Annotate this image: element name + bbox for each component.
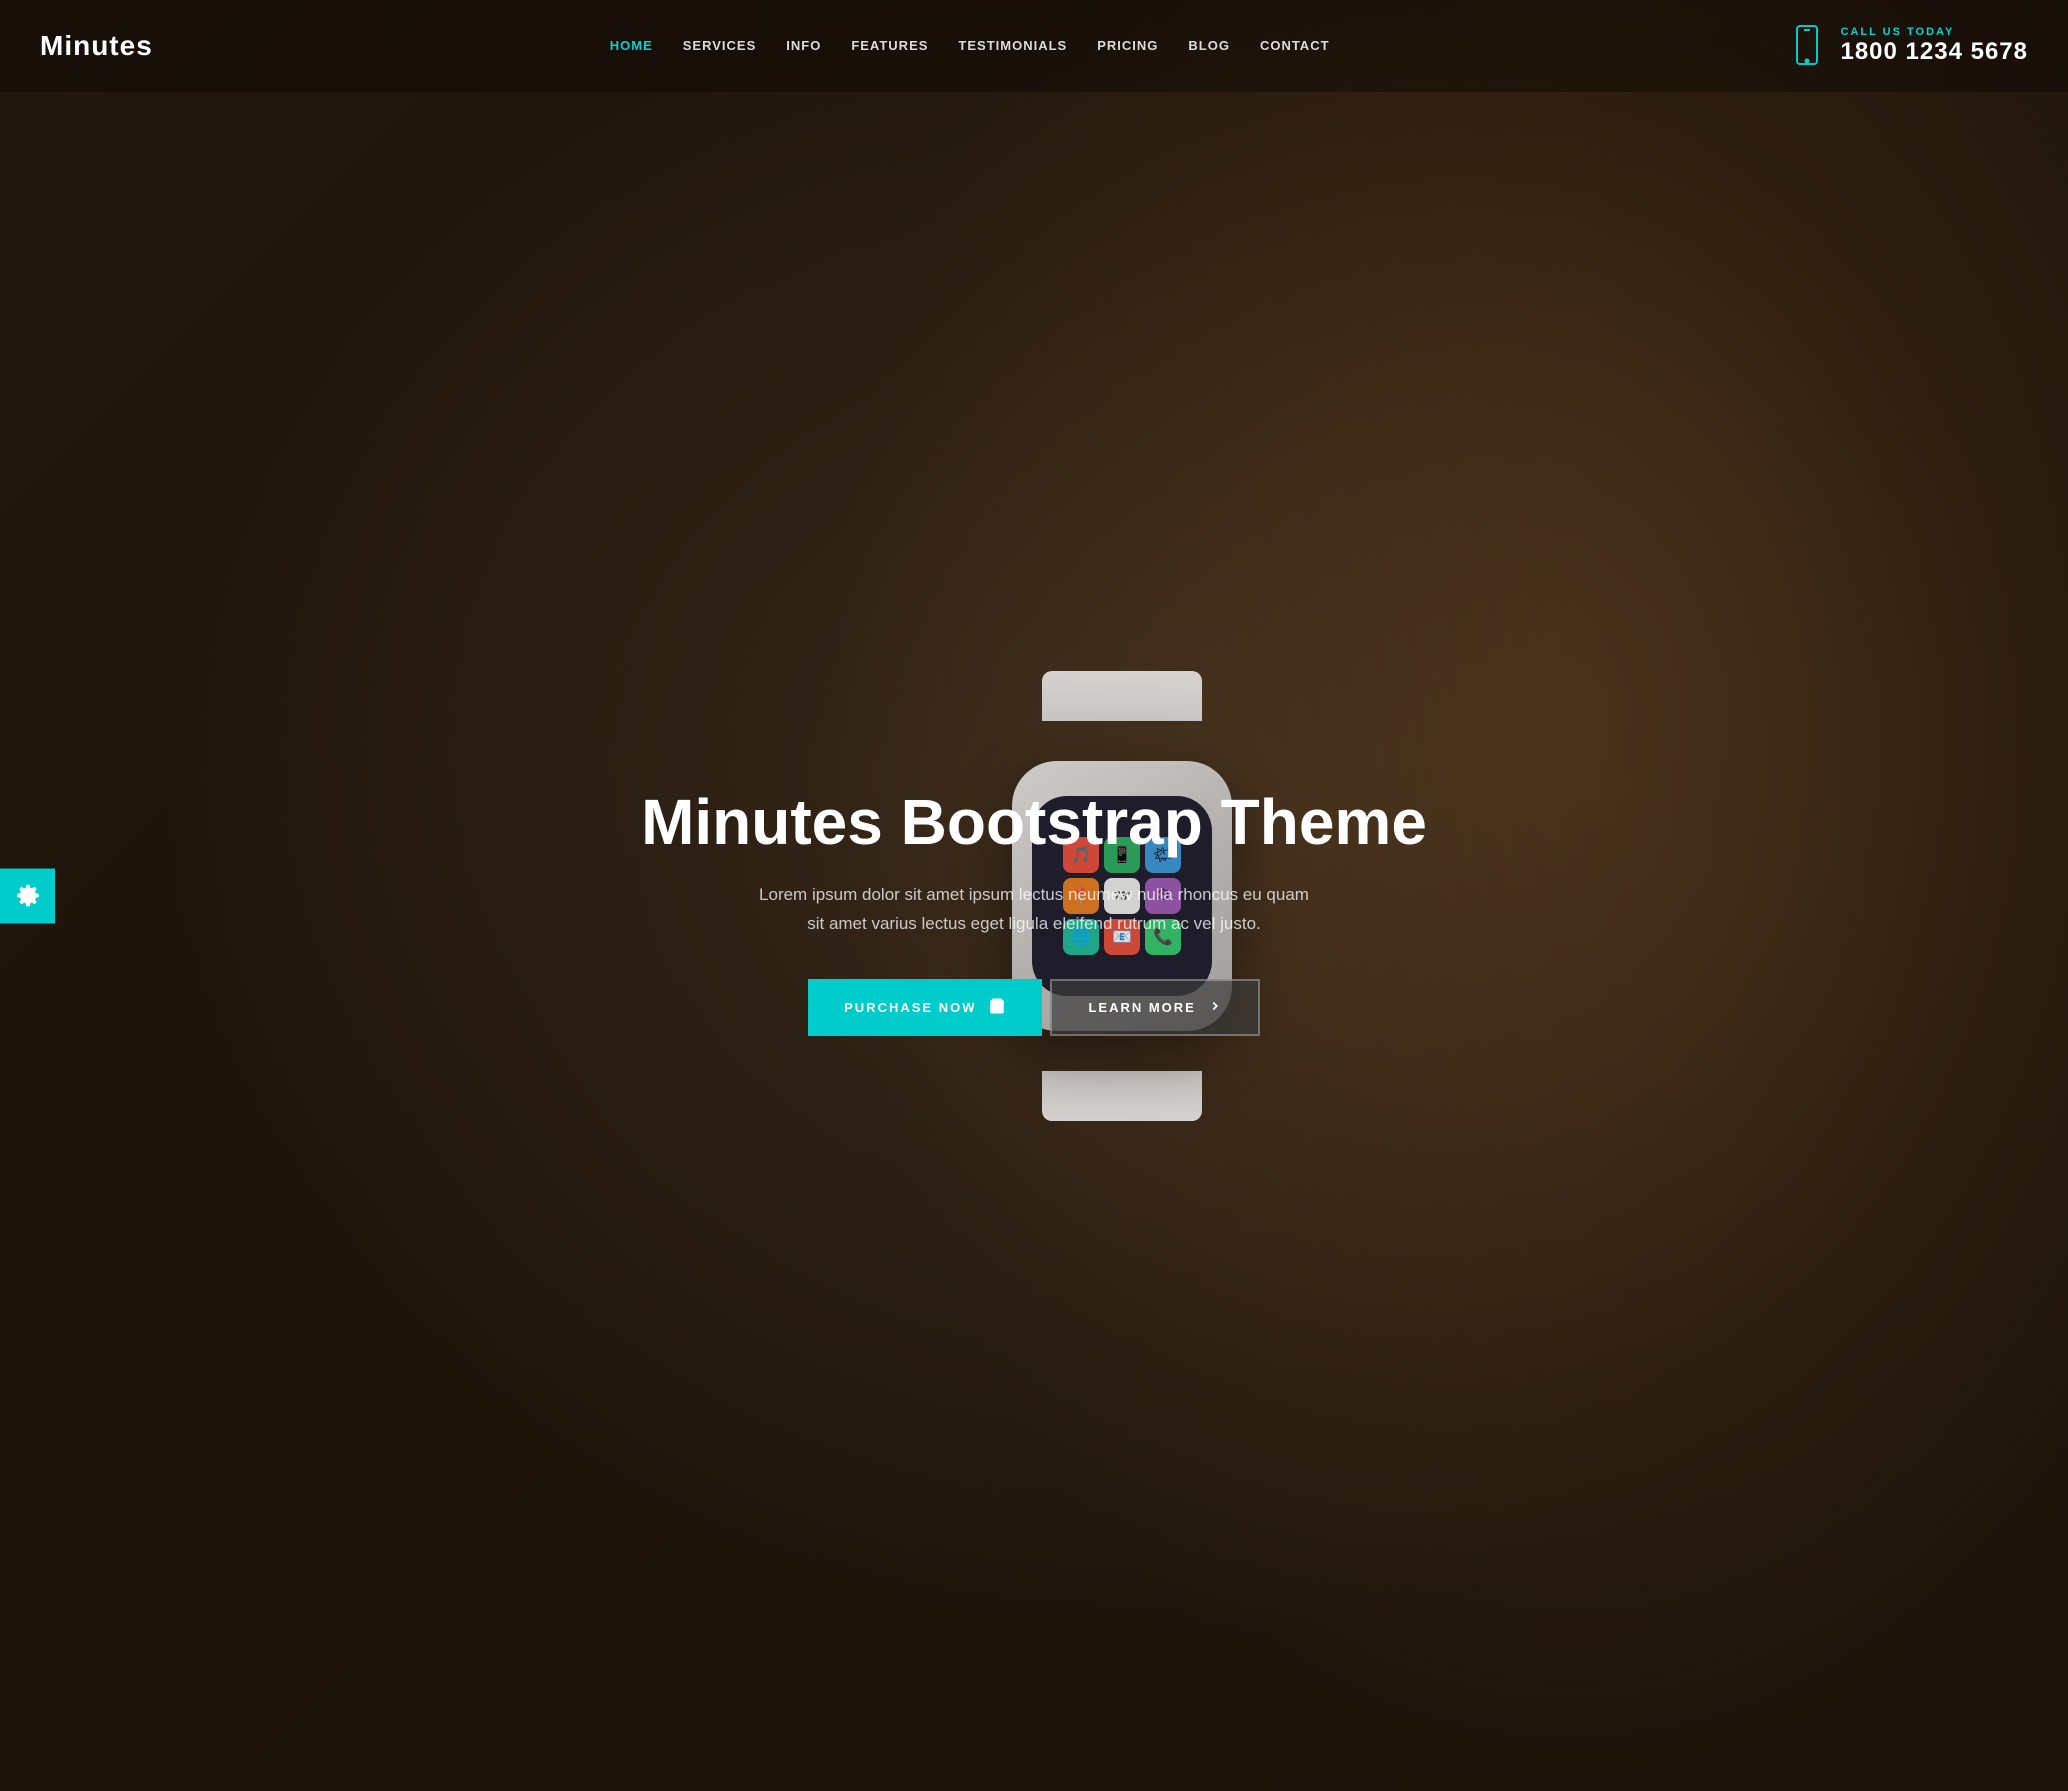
hero-buttons: PURCHASE NOW LEARN MORE xyxy=(808,979,1260,1036)
nav-item-contact[interactable]: CONTACT xyxy=(1260,37,1330,55)
hero-content: Minutes Bootstrap Theme Lorem ipsum dolo… xyxy=(0,32,2068,1791)
nav-link-features[interactable]: FEATURES xyxy=(851,38,928,53)
contact-info: CALL US TODAY 1800 1234 5678 xyxy=(1786,20,2028,72)
learn-more-button[interactable]: LEARN MORE xyxy=(1050,979,1259,1036)
nav-link-home[interactable]: HOME xyxy=(610,38,653,53)
brand-logo[interactable]: Minutes xyxy=(40,30,153,62)
nav-item-services[interactable]: SERVICES xyxy=(683,37,757,55)
hero-section: 🎵 📱 🌤 📍 73° ⏱ 🌐 📧 📞 Minutes HOME xyxy=(0,0,2068,1791)
learn-more-button-label: LEARN MORE xyxy=(1088,1000,1195,1015)
nav-item-blog[interactable]: BLOG xyxy=(1188,37,1230,55)
hero-description: Lorem ipsum dolor sit amet ipsum lectus … xyxy=(759,881,1309,939)
purchase-button-label: PURCHASE NOW xyxy=(844,1000,976,1015)
phone-number: 1800 1234 5678 xyxy=(1840,38,2028,66)
navbar: Minutes HOME SERVICES INFO FEATURES TEST… xyxy=(0,0,2068,92)
nav-item-pricing[interactable]: PRICING xyxy=(1097,37,1158,55)
phone-info: CALL US TODAY 1800 1234 5678 xyxy=(1840,26,2028,66)
nav-link-info[interactable]: INFO xyxy=(786,38,821,53)
nav-link-testimonials[interactable]: TESTIMONIALS xyxy=(958,38,1067,53)
gear-icon xyxy=(16,884,40,908)
call-label: CALL US TODAY xyxy=(1840,26,2028,38)
nav-item-testimonials[interactable]: TESTIMONIALS xyxy=(958,37,1067,55)
purchase-button[interactable]: PURCHASE NOW xyxy=(808,979,1042,1036)
phone-icon xyxy=(1786,20,1828,72)
phone-svg-icon xyxy=(1791,25,1823,67)
nav-item-home[interactable]: HOME xyxy=(610,37,653,55)
cart-icon xyxy=(988,997,1006,1018)
nav-link-contact[interactable]: CONTACT xyxy=(1260,38,1330,53)
chevron-right-icon xyxy=(1208,999,1222,1016)
settings-button[interactable] xyxy=(0,868,55,923)
nav-item-info[interactable]: INFO xyxy=(786,37,821,55)
nav-link-blog[interactable]: BLOG xyxy=(1188,38,1230,53)
hero-title: Minutes Bootstrap Theme xyxy=(641,787,1427,857)
nav-item-features[interactable]: FEATURES xyxy=(851,37,928,55)
nav-links: HOME SERVICES INFO FEATURES TESTIMONIALS… xyxy=(610,37,1330,55)
nav-link-pricing[interactable]: PRICING xyxy=(1097,38,1158,53)
nav-link-services[interactable]: SERVICES xyxy=(683,38,757,53)
